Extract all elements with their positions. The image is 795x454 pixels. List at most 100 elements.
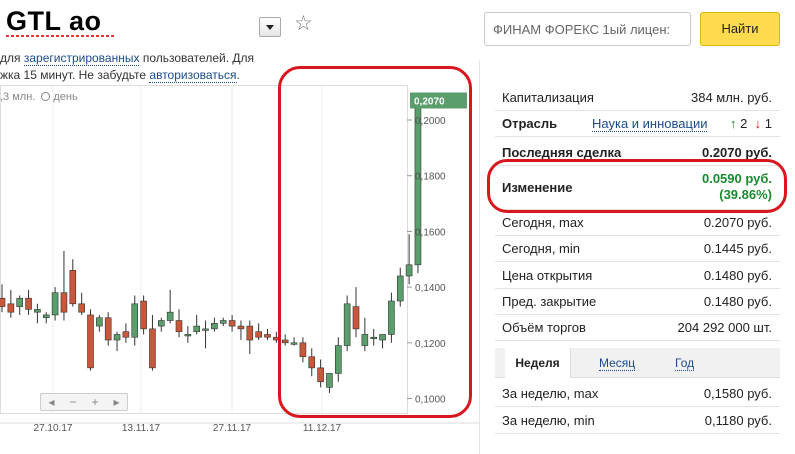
row-change: Изменение 0.0590 руб. (39.86%) [495,166,780,210]
x-tick-label: 11.12.17 [303,423,342,434]
candle-body [370,336,378,340]
row-value: 0.1445 руб. [703,241,772,256]
candle-body [78,303,85,313]
candle-body [343,303,351,346]
period-tabs: Неделя Месяц Год [495,348,780,378]
delay-notice: для зарегистрированных пользователей. Дл… [0,50,275,84]
x-tick-label: 13.11.17 [122,423,161,434]
candle-body [228,320,236,327]
chevron-down-icon[interactable] [259,17,281,37]
row-volume: Объём торгов 204 292 000 шт. [495,315,780,341]
zoom-out-icon[interactable]: − [69,396,76,408]
candle-body [122,331,130,338]
row-value: 0.2070 руб. [703,215,772,230]
row-prev-close: Пред. закрытие 0.1480 руб. [495,289,780,315]
star-icon[interactable]: ☆ [294,13,313,34]
row-week-min: За неделю, min 0,1180 руб. [495,408,780,434]
chart-navigator[interactable]: ◂ − + ▸ [40,393,128,411]
row-value: 384 млн. руб. [690,90,772,105]
notice-line2: жка 15 минут. Не забудьте [0,68,147,82]
page-title: GTL ao [6,6,102,36]
y-tick-label: 0,1400 [415,283,446,294]
row-label: Цена открытия [502,268,593,283]
row-label: Объём торгов [502,320,586,335]
row-label: Пред. закрытие [502,294,597,309]
candle-body [51,292,59,316]
row-value: 0.0590 руб. (39.86%) [702,171,772,203]
row-value: 0,1180 руб. [704,413,772,428]
notice-prefix: для [0,51,21,65]
change-absolute: 0.0590 руб. [701,171,772,186]
candle-body [166,311,174,321]
login-link[interactable]: авторизоваться [149,68,237,83]
candle-body [273,336,280,341]
x-tick-label: 27.11.17 [213,423,252,434]
candle-body [388,300,395,335]
row-label: Последняя сделка [502,145,622,160]
candle-body [184,334,192,337]
candle-body [202,328,209,331]
row-today-min: Сегодня, min 0.1445 руб. [495,236,780,262]
arrow-down-icon: ↓ [754,116,762,131]
candle-body [16,297,24,307]
industry-link[interactable]: Наука и инновации [592,116,708,132]
row-label: Изменение [502,180,573,195]
candle-body [405,264,413,277]
candle-body [25,297,32,310]
candle-body [379,334,386,341]
down-count: 1 [764,116,772,131]
row-week-max: За неделю, max 0,1580 руб. [495,381,780,407]
chart-grid [0,85,408,414]
candle-body [219,320,227,324]
y-tick-label: 0,1000 [415,395,446,406]
row-value: 0.1480 руб. [703,294,772,309]
row-value: 0.1480 руб. [703,268,772,283]
candle-body [42,314,50,319]
arrow-up-icon: ↑ [730,116,737,131]
row-last-trade: Последняя сделка 0.2070 руб. [495,140,780,166]
row-label: Капитализация [502,90,594,105]
scroll-right-icon[interactable]: ▸ [113,396,119,408]
candle-body [158,320,165,327]
candle-body [237,325,245,330]
find-button[interactable]: Найти [700,12,780,46]
search-input[interactable]: ФИНАМ ФОРЕКС 1ый лицен: [484,12,691,46]
tab-week[interactable]: Неделя [505,348,571,378]
tab-year[interactable]: Год [675,356,695,371]
candle-body [149,328,156,369]
candle-body [326,373,333,388]
row-value: 0,1580 руб. [703,386,772,401]
candle-body [308,356,316,369]
registered-users-link[interactable]: зарегистрированных [23,51,140,66]
candle-body [140,300,147,330]
row-label: За неделю, max [502,386,599,401]
change-percent: (39.86%) [719,187,772,202]
candle-body [96,317,103,327]
candle-body [193,325,200,332]
chart-candles [0,100,422,393]
candle-body [299,342,307,358]
candle-body [352,306,360,330]
candle-body [7,303,15,313]
row-label: Сегодня, min [502,241,580,256]
scroll-left-icon[interactable]: ◂ [48,396,54,408]
row-label: Сегодня, max [502,215,584,230]
zoom-in-icon[interactable]: + [91,396,98,408]
y-tick-label: 0,1800 [415,172,446,183]
divider [479,60,480,454]
candle-body [281,339,289,344]
candle-body [69,270,77,305]
plot-frame [0,85,408,414]
candle-body [334,345,342,374]
tab-month[interactable]: Месяц [599,356,636,371]
candle-body [255,331,262,338]
up-count: 2 [740,116,748,131]
notice-end: . [236,68,240,82]
row-industry: Отрасль Наука и инновации ↑ 2 ↓ 1 [495,111,780,137]
candle-body [361,334,369,346]
candle-body [113,334,121,341]
spellcheck-underline [6,35,116,37]
candle-body [290,342,298,345]
y-tick-label: 0,1600 [415,227,446,238]
y-tick-label: 0,1200 [415,339,446,350]
